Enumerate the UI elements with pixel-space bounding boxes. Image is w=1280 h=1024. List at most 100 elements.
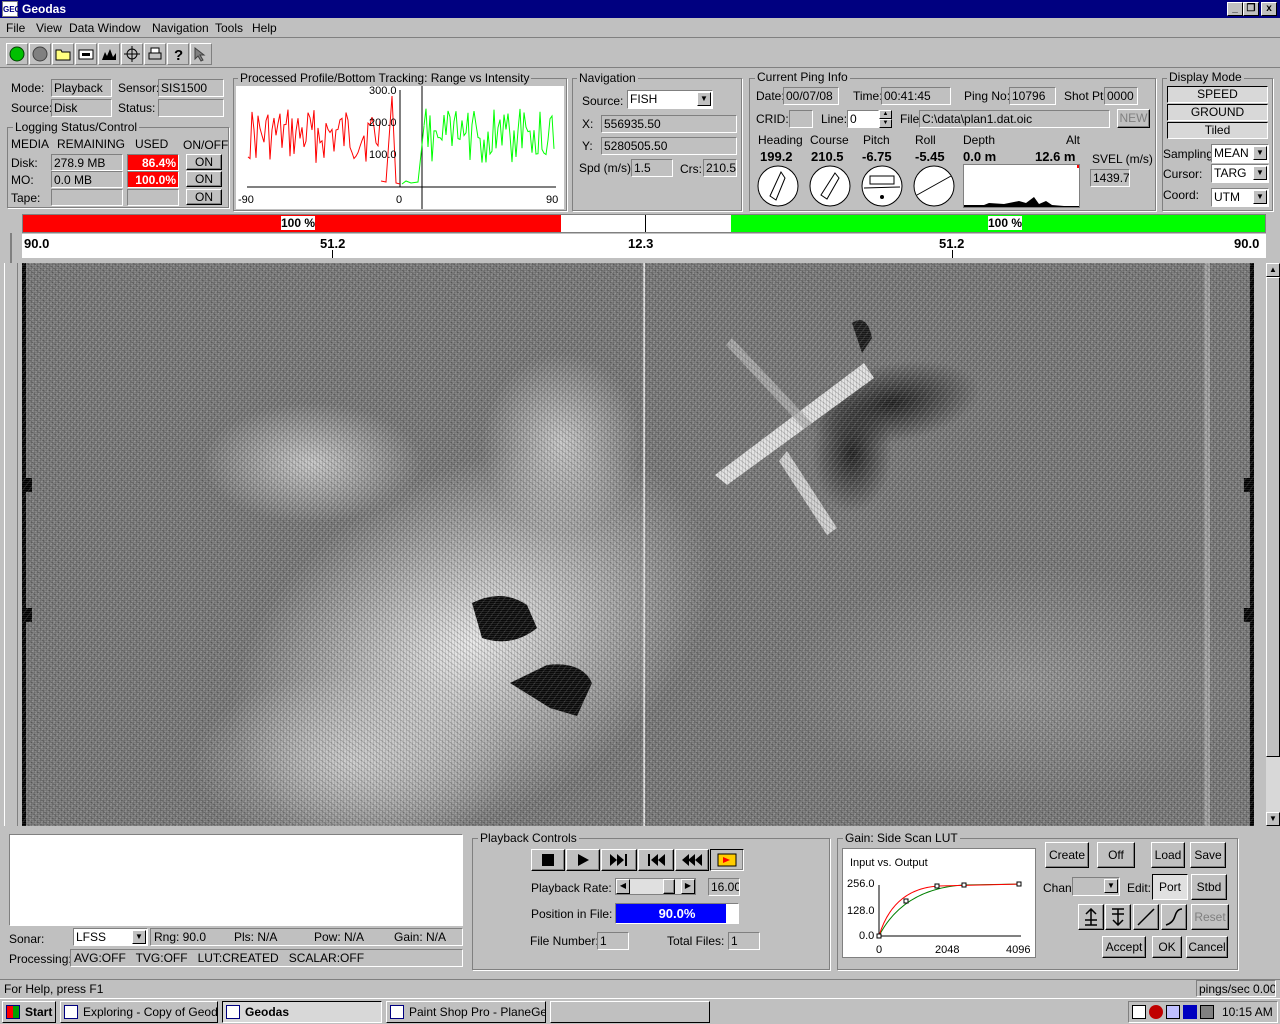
task-empty[interactable] [550, 1001, 710, 1023]
speaker-icon[interactable] [1132, 1005, 1146, 1019]
lut-port-button[interactable]: Port [1152, 874, 1188, 900]
task-geodas[interactable]: Geodas [222, 1001, 382, 1023]
disk-on-button[interactable]: ON [186, 154, 222, 170]
shield-icon[interactable] [1183, 1005, 1197, 1019]
chevron-down-icon[interactable]: ▼ [1253, 190, 1267, 204]
sonar-waterfall[interactable] [22, 263, 1254, 826]
lut-lower-button[interactable] [1105, 904, 1131, 930]
play-button[interactable] [566, 849, 600, 871]
chevron-down-icon[interactable]: ▼ [697, 92, 711, 106]
nav-crs-label: Crs: [680, 162, 702, 176]
tray-app-icon[interactable] [1149, 1005, 1163, 1019]
lut-stbd-button[interactable]: Stbd [1191, 874, 1227, 900]
title-bar[interactable]: GEO Geodas _ ❐ x [0, 0, 1280, 18]
spin-down-icon[interactable]: ▼ [879, 119, 892, 128]
heading-dial-icon [757, 165, 799, 207]
shot-pt-label: Shot Pt: [1064, 89, 1107, 103]
date-field: 00/07/08 [783, 87, 839, 105]
lut-raise-button[interactable] [1078, 904, 1104, 930]
line-spinner[interactable]: ▲ ▼ [879, 110, 892, 128]
menu-help[interactable]: Help [252, 21, 277, 35]
rewind-button[interactable] [675, 849, 709, 871]
lut-load-button[interactable]: Load [1151, 842, 1185, 868]
tape-icon[interactable] [75, 43, 97, 65]
scroll-up-icon[interactable]: ▲ [1266, 263, 1280, 277]
lut-create-button[interactable]: Create [1045, 842, 1089, 868]
chevron-down-icon[interactable]: ▼ [1253, 146, 1267, 160]
chevron-down-icon[interactable]: ▼ [1253, 166, 1267, 180]
task-paint-shop[interactable]: Paint Shop Pro - PlaneGeo... [386, 1001, 546, 1023]
lut-cancel-button[interactable]: Cancel [1186, 936, 1228, 958]
range-tick-port-mid: 51.2 [320, 236, 346, 251]
clock[interactable]: 10:15 AM [1222, 1005, 1273, 1019]
gray-circle-icon[interactable] [29, 43, 51, 65]
nav-x-field: 556935.50 [601, 115, 737, 133]
restore-button[interactable]: ❐ [1243, 2, 1259, 16]
tiled-button[interactable]: Tiled [1167, 122, 1268, 139]
nav-source-select[interactable]: FISH ▼ [627, 90, 713, 109]
playback-rate-slider[interactable]: ◀ ▶ [615, 878, 696, 895]
menu-file[interactable]: File [6, 21, 25, 35]
scroll-thumb[interactable] [1266, 277, 1280, 757]
start-button[interactable]: Start [2, 1001, 56, 1023]
menu-navigation[interactable]: Navigation [152, 21, 209, 35]
ground-range-button[interactable]: GROUND RANGE [1167, 104, 1268, 134]
lut-accept-button[interactable]: Accept [1102, 936, 1146, 958]
green-circle-icon[interactable] [6, 43, 28, 65]
processing-label: Processing: [9, 952, 72, 966]
fast-forward-icon [610, 854, 627, 866]
cursor-select[interactable]: TARG ▼ [1211, 164, 1269, 183]
keyboard-icon[interactable] [1166, 1005, 1180, 1019]
cursor-help-icon[interactable] [190, 43, 212, 65]
lut-reset-button[interactable]: Reset [1191, 904, 1229, 930]
position-bar[interactable]: 90.0% [615, 903, 739, 924]
chevron-down-icon[interactable]: ▼ [132, 930, 146, 944]
scroll-down-icon[interactable]: ▼ [1266, 812, 1280, 826]
menu-tools[interactable]: Tools [215, 21, 243, 35]
menu-view[interactable]: View [36, 21, 62, 35]
sampling-select[interactable]: MEAN ▼ [1211, 144, 1269, 163]
task-exploring[interactable]: Exploring - Copy of Geoda... [60, 1001, 218, 1023]
open-folder-icon[interactable] [52, 43, 74, 65]
new-button[interactable]: NEW [1117, 109, 1150, 128]
speed-correct-button[interactable]: SPEED CORRECT [1167, 86, 1268, 116]
monitor-icon[interactable] [1200, 1005, 1214, 1019]
cursor-label: Cursor: [1163, 167, 1203, 181]
sonar-select[interactable]: LFSS ▼ [73, 928, 148, 946]
menu-data-window[interactable]: Data Window [69, 21, 140, 35]
spin-up-icon[interactable]: ▲ [879, 110, 892, 119]
stop-button[interactable] [531, 849, 565, 871]
paint-shop-icon [390, 1005, 404, 1019]
slider-left-icon[interactable]: ◀ [616, 879, 630, 894]
tape-on-button[interactable]: ON [186, 189, 222, 205]
loop-button[interactable] [710, 849, 744, 871]
printer-icon[interactable] [144, 43, 166, 65]
lut-off-button[interactable]: Off [1097, 842, 1135, 868]
profile-icon[interactable] [98, 43, 120, 65]
profile-plot [236, 86, 564, 209]
lut-curve-button[interactable] [1161, 904, 1187, 930]
lut-ok-button[interactable]: OK [1152, 936, 1182, 958]
crosshair-icon[interactable] [121, 43, 143, 65]
help-icon[interactable]: ? [167, 43, 189, 65]
close-button[interactable]: x [1261, 2, 1277, 16]
slider-right-icon[interactable]: ▶ [681, 879, 695, 894]
disk-label: Disk: [11, 156, 38, 170]
minimize-button[interactable]: _ [1227, 2, 1243, 16]
coord-select[interactable]: UTM ▼ [1211, 188, 1269, 207]
lut-chan-select[interactable]: ▼ [1072, 877, 1120, 896]
nav-source-label: Source: [582, 94, 624, 108]
crid-field [789, 110, 813, 128]
lut-linear-button[interactable] [1133, 904, 1159, 930]
fast-forward-button[interactable] [601, 849, 637, 871]
menu-bar: File View Data Window Navigation Tools H… [0, 18, 1280, 38]
slider-thumb[interactable] [663, 879, 675, 894]
line-field[interactable]: 0 [847, 110, 879, 128]
skip-back-button[interactable] [638, 849, 674, 871]
chevron-down-icon[interactable]: ▼ [1104, 879, 1118, 893]
status-ping-rate: pings/sec 0.00 [1196, 980, 1276, 997]
lut-save-button[interactable]: Save [1190, 842, 1226, 868]
mo-on-button[interactable]: ON [186, 171, 222, 187]
vertical-scrollbar[interactable]: ▲ ▼ [1266, 263, 1280, 826]
time-field: 00:41:45 [881, 87, 951, 105]
